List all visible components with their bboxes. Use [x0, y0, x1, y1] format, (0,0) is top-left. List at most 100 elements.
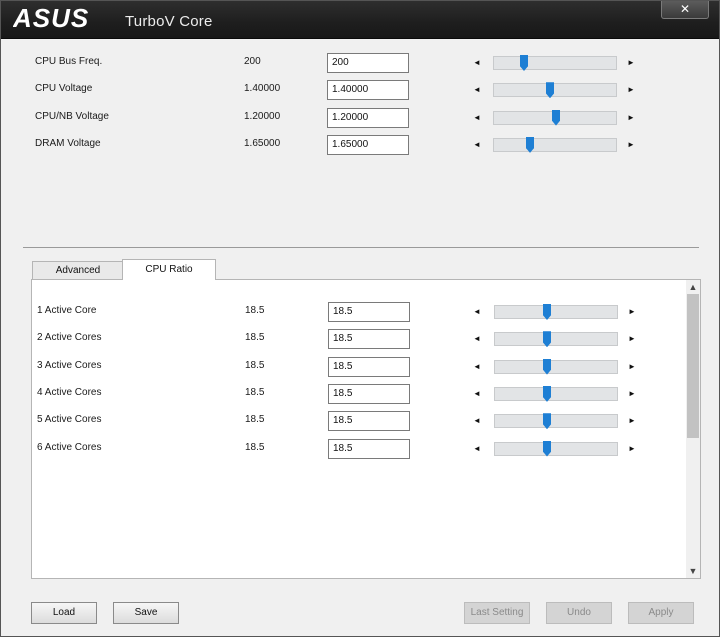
decrease-arrow-icon[interactable]: ◄ — [472, 416, 482, 426]
slider-thumb[interactable] — [552, 109, 560, 126]
decrease-arrow-icon[interactable]: ◄ — [472, 85, 482, 95]
decrease-arrow-icon[interactable]: ◄ — [472, 58, 482, 68]
undo-button[interactable]: Undo — [546, 602, 612, 624]
load-button[interactable]: Load — [31, 602, 97, 624]
setting-value-input[interactable]: 200 — [327, 53, 409, 73]
decrease-arrow-icon[interactable]: ◄ — [472, 444, 482, 454]
setting-label: 5 Active Cores — [37, 414, 102, 426]
increase-arrow-icon[interactable]: ► — [626, 140, 636, 150]
asus-logo: ASUS — [13, 6, 89, 30]
setting-slider[interactable] — [494, 358, 618, 375]
cpu_ratio-row: 5 Active Cores 18.5 18.5 ◄ ► — [1, 411, 701, 432]
tab-advanced[interactable]: Advanced — [32, 261, 124, 280]
increase-arrow-icon[interactable]: ► — [627, 307, 637, 317]
cpu_ratio-row: 6 Active Cores 18.5 18.5 ◄ ► — [1, 438, 701, 459]
setting-slider[interactable] — [493, 82, 617, 99]
setting-slider[interactable] — [494, 413, 618, 430]
setting-label: 2 Active Cores — [37, 332, 102, 344]
settings-row: DRAM Voltage 1.65000 1.65000 ◄ ► — [1, 134, 701, 155]
setting-value-input[interactable]: 18.5 — [328, 438, 410, 459]
title-bar[interactable]: ASUS TurboV Core ✕ — [1, 1, 719, 39]
setting-value-input[interactable]: 18.5 — [328, 356, 410, 377]
setting-value-input[interactable]: 1.20000 — [327, 107, 409, 128]
last-setting-button[interactable]: Last Setting — [464, 602, 530, 624]
setting-label: 4 Active Cores — [37, 386, 102, 398]
setting-label: 3 Active Cores — [37, 359, 102, 371]
vertical-scrollbar[interactable]: ▲ ▼ — [686, 280, 700, 578]
slider-thumb[interactable] — [543, 331, 551, 348]
chevron-down-icon: ▼ — [688, 566, 698, 576]
increase-arrow-icon[interactable]: ► — [626, 85, 636, 95]
tab-advanced-label: Advanced — [55, 265, 101, 276]
settings-row: CPU Voltage 1.40000 1.40000 ◄ ► — [1, 80, 701, 101]
svg-text:ASUS: ASUS — [13, 6, 89, 30]
decrease-arrow-icon[interactable]: ◄ — [472, 362, 482, 372]
app-title: TurboV Core — [125, 13, 213, 30]
setting-label: 6 Active Cores — [37, 441, 102, 453]
cpu_ratio-row: 3 Active Cores 18.5 18.5 ◄ ► — [1, 356, 701, 377]
setting-value-input[interactable]: 1.40000 — [327, 80, 409, 101]
decrease-arrow-icon[interactable]: ◄ — [472, 140, 482, 150]
setting-value-input[interactable]: 18.5 — [328, 411, 410, 432]
slider-thumb[interactable] — [546, 82, 554, 99]
slider-thumb[interactable] — [543, 413, 551, 430]
increase-arrow-icon[interactable]: ► — [626, 113, 636, 123]
scrollbar-thumb[interactable] — [687, 294, 699, 438]
setting-current-value: 18.5 — [245, 305, 265, 316]
setting-current-value: 18.5 — [245, 386, 265, 398]
setting-current-value: 1.65000 — [244, 137, 281, 149]
turbov-core-window: ASUS TurboV Core ✕ CPU Bus Freq. 200 200 ◄ ►… — [0, 0, 720, 637]
setting-value-input[interactable]: 18.5 — [328, 329, 410, 350]
slider-thumb[interactable] — [526, 136, 534, 153]
setting-slider[interactable] — [493, 136, 617, 153]
setting-slider[interactable] — [494, 440, 618, 457]
decrease-arrow-icon[interactable]: ◄ — [472, 113, 482, 123]
settings-row: CPU Bus Freq. 200 200 ◄ ► — [1, 53, 701, 73]
settings-row: CPU/NB Voltage 1.20000 1.20000 ◄ ► — [1, 107, 701, 128]
setting-current-value: 18.5 — [245, 359, 265, 371]
setting-current-value: 18.5 — [245, 414, 265, 426]
slider-thumb[interactable] — [543, 358, 551, 375]
setting-slider[interactable] — [493, 55, 617, 71]
increase-arrow-icon[interactable]: ► — [627, 416, 637, 426]
setting-label: CPU Bus Freq. — [35, 56, 103, 67]
setting-current-value: 1.40000 — [244, 83, 281, 95]
increase-arrow-icon[interactable]: ► — [627, 362, 637, 372]
apply-button[interactable]: Apply — [628, 602, 694, 624]
slider-thumb[interactable] — [520, 55, 528, 71]
increase-arrow-icon[interactable]: ► — [627, 444, 637, 454]
setting-value-input[interactable]: 18.5 — [328, 302, 410, 322]
increase-arrow-icon[interactable]: ► — [627, 389, 637, 399]
close-icon: ✕ — [679, 2, 691, 16]
setting-value-input[interactable]: 1.65000 — [327, 134, 409, 155]
cpu_ratio-row: 4 Active Cores 18.5 18.5 ◄ ► — [1, 383, 701, 404]
close-button[interactable]: ✕ — [661, 1, 709, 19]
decrease-arrow-icon[interactable]: ◄ — [472, 334, 482, 344]
slider-thumb[interactable] — [543, 385, 551, 402]
scroll-down-button[interactable]: ▼ — [686, 564, 700, 578]
decrease-arrow-icon[interactable]: ◄ — [472, 307, 482, 317]
scroll-up-button[interactable]: ▲ — [686, 280, 700, 294]
section-divider — [23, 247, 699, 248]
setting-current-value: 18.5 — [245, 441, 265, 453]
increase-arrow-icon[interactable]: ► — [626, 58, 636, 68]
tab-cpu-ratio[interactable]: CPU Ratio — [122, 259, 216, 280]
cpu_ratio-row: 1 Active Core 18.5 18.5 ◄ ► — [1, 302, 701, 322]
setting-value-input[interactable]: 18.5 — [328, 383, 410, 404]
decrease-arrow-icon[interactable]: ◄ — [472, 389, 482, 399]
setting-label: CPU Voltage — [35, 83, 93, 95]
increase-arrow-icon[interactable]: ► — [627, 334, 637, 344]
setting-current-value: 18.5 — [245, 332, 265, 344]
setting-label: 1 Active Core — [37, 305, 97, 316]
save-button[interactable]: Save — [113, 602, 179, 624]
setting-slider[interactable] — [494, 331, 618, 348]
setting-slider[interactable] — [494, 385, 618, 402]
setting-label: CPU/NB Voltage — [35, 110, 109, 122]
setting-slider[interactable] — [494, 304, 618, 320]
setting-slider[interactable] — [493, 109, 617, 126]
slider-thumb[interactable] — [543, 304, 551, 320]
cpu_ratio-row: 2 Active Cores 18.5 18.5 ◄ ► — [1, 329, 701, 350]
setting-label: DRAM Voltage — [35, 137, 101, 149]
tab-cpu-ratio-label: CPU Ratio — [145, 264, 193, 275]
slider-thumb[interactable] — [543, 440, 551, 457]
